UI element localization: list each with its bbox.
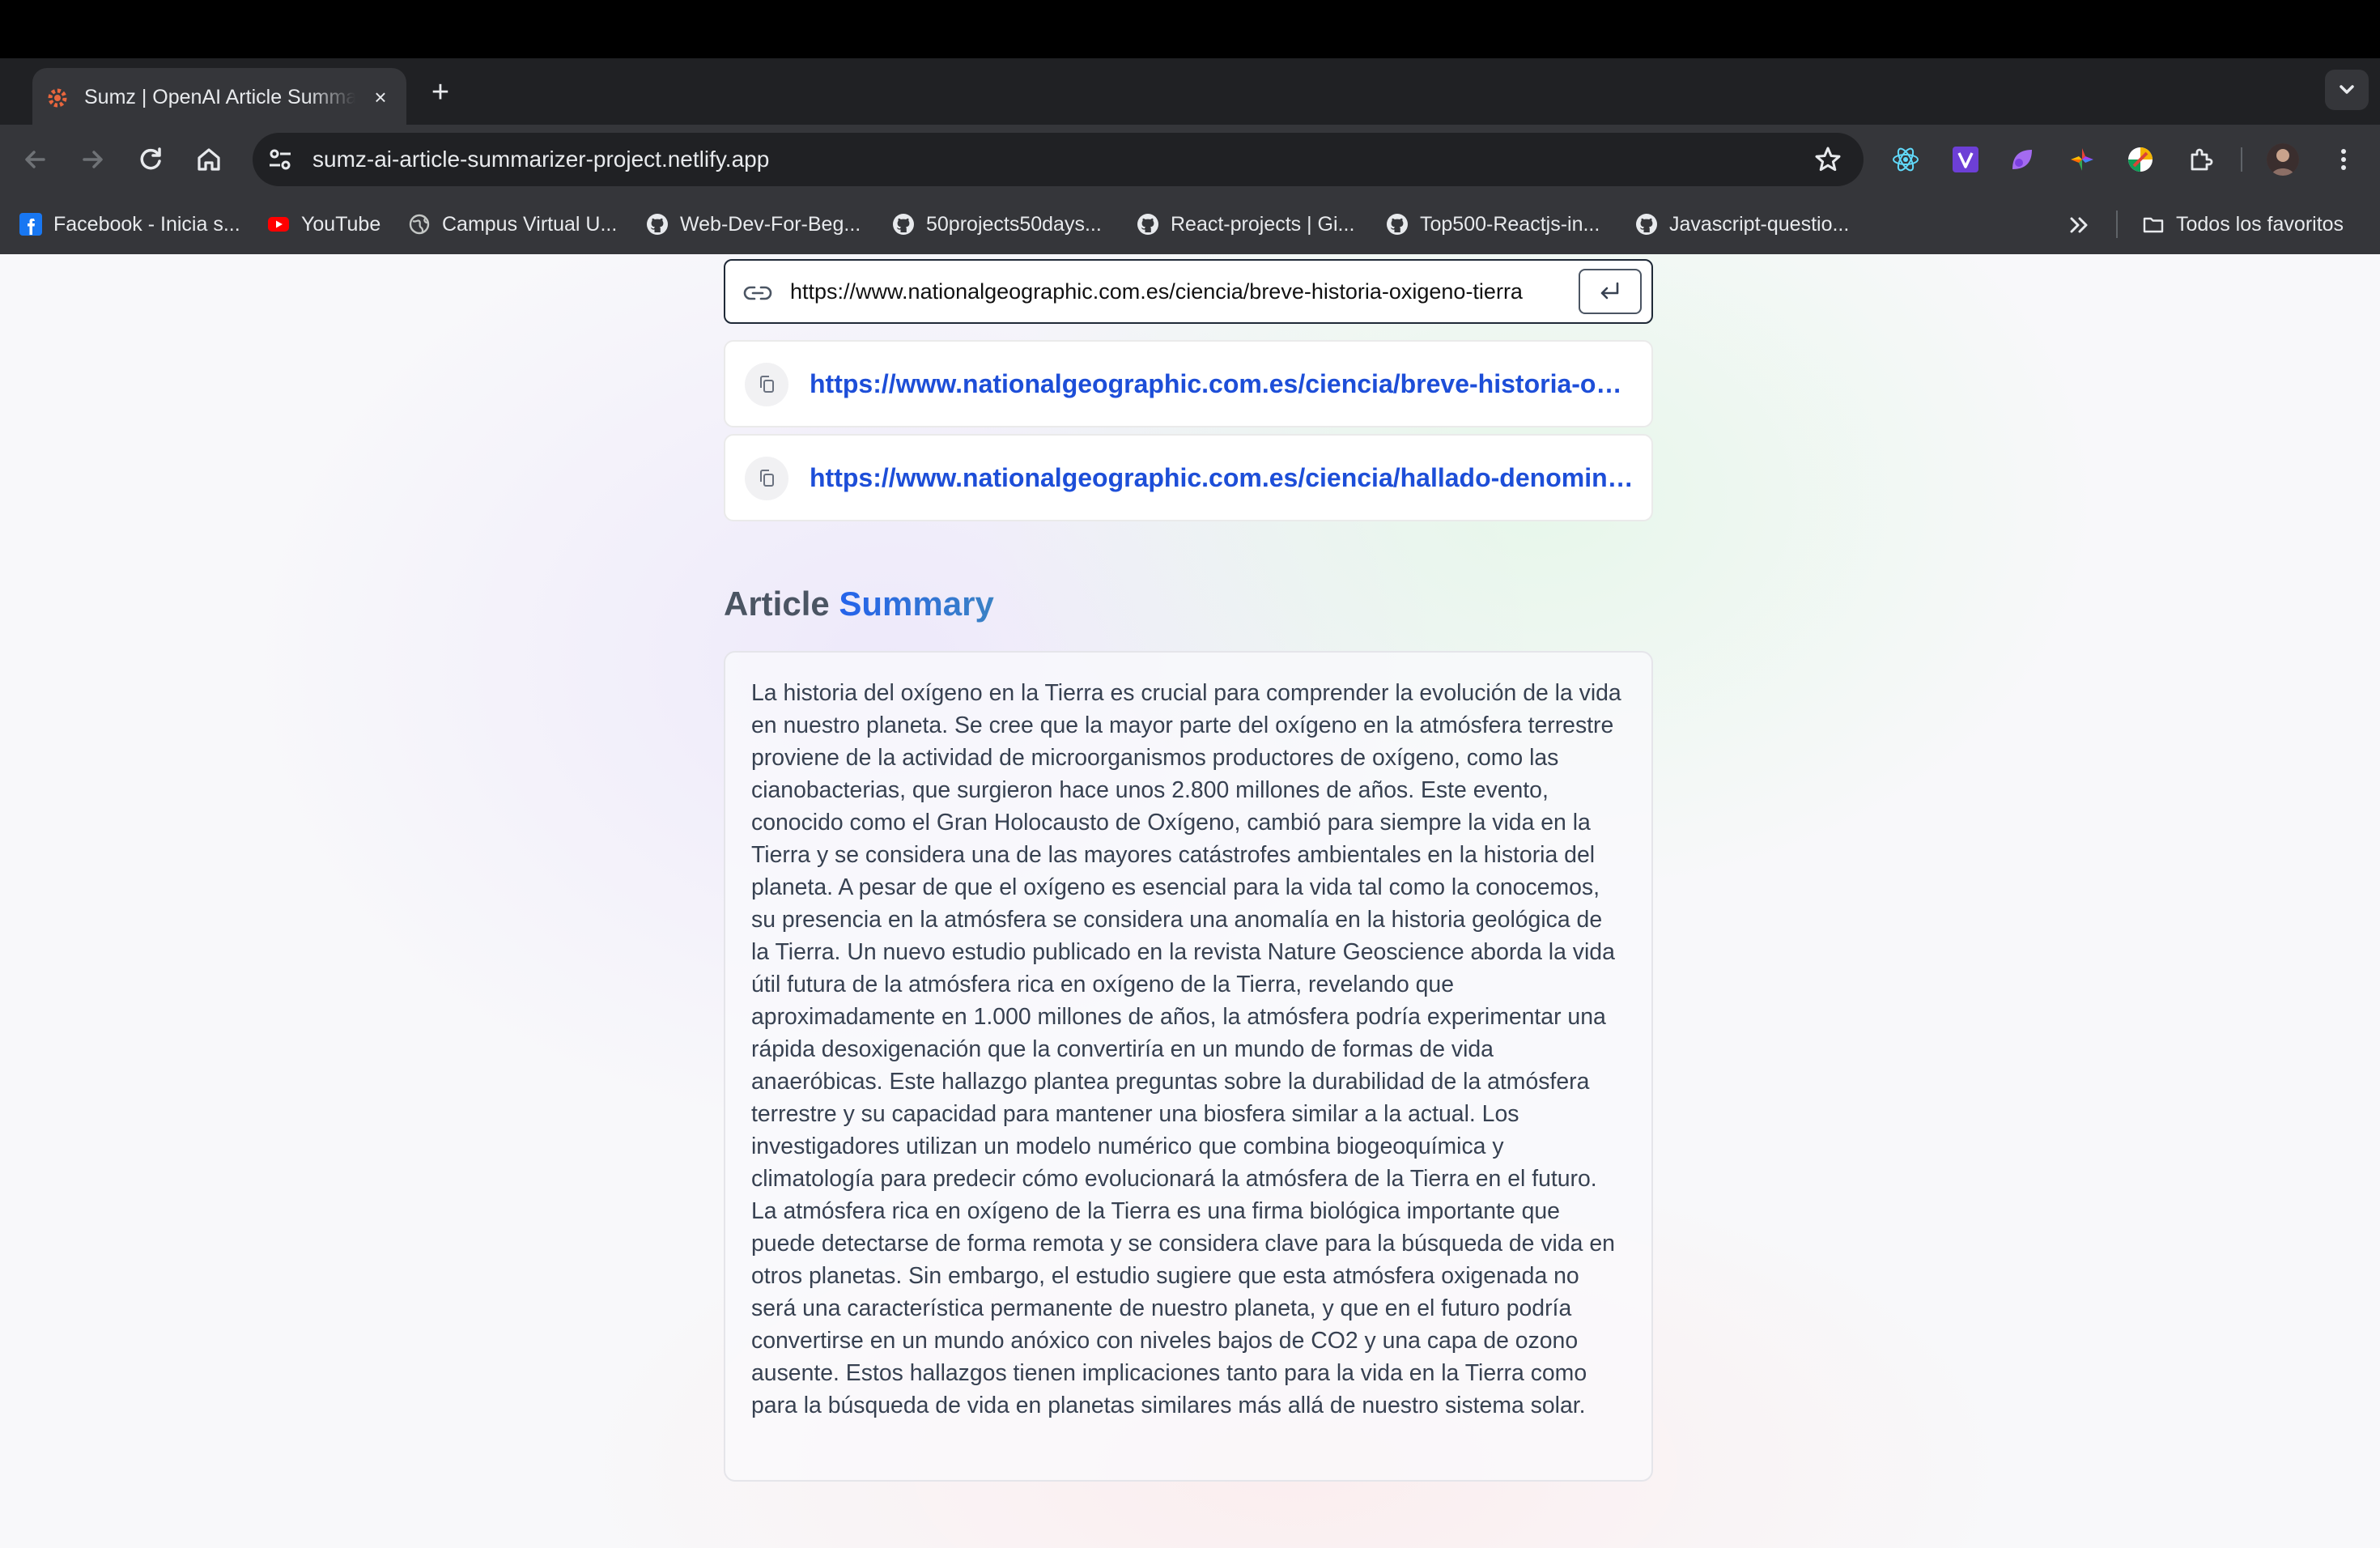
github-icon [647, 214, 668, 235]
enter-icon [1600, 282, 1619, 300]
folder-icon [2143, 217, 2164, 233]
react-devtools-icon[interactable] [1891, 145, 1920, 174]
bookmark-label: Web-Dev-For-Beg... [680, 212, 861, 236]
v-extension-icon[interactable] [1951, 145, 1980, 174]
address-url: sumz-ai-article-summarizer-project.netli… [312, 147, 770, 172]
bookmark-top500[interactable]: Top500-Reactjs-in... [1386, 209, 1600, 240]
bookmark-campus-virtual[interactable]: Campus Virtual U... [408, 209, 617, 240]
summary-heading: Article Summary [724, 585, 994, 623]
tab-title: Sumz | OpenAI Article Summarizer [84, 83, 355, 112]
url-input[interactable]: https://www.nationalgeographic.com.es/ci… [790, 261, 1575, 322]
summary-box: La historia del oxígeno en la Tierra es … [724, 651, 1653, 1482]
new-tab-button[interactable]: + [424, 76, 457, 108]
bookmark-50projects[interactable]: 50projects50days... [892, 209, 1102, 240]
bookmarks-bar: Facebook - Inicia s... YouTube Campus Vi… [0, 194, 2380, 254]
github-icon [1636, 214, 1657, 235]
bookmark-javascript-questions[interactable]: Javascript-questio... [1635, 209, 1849, 240]
bookmark-label: Javascript-questio... [1669, 212, 1850, 236]
screen-top-bar [0, 0, 2380, 58]
history-item[interactable]: https://www.nationalgeographic.com.es/ci… [724, 434, 1653, 521]
summary-heading-accent: Summary [839, 585, 994, 623]
globe-icon [409, 214, 430, 235]
history-item[interactable]: https://www.nationalgeographic.com.es/ci… [724, 340, 1653, 427]
site-settings-icon[interactable] [266, 145, 295, 174]
bookmarks-divider [2116, 211, 2118, 238]
history-link[interactable]: https://www.nationalgeographic.com.es/ci… [810, 436, 1635, 520]
youtube-icon [268, 217, 289, 232]
profile-avatar[interactable] [2267, 143, 2299, 176]
home-icon[interactable] [191, 142, 227, 177]
address-bar[interactable]: sumz-ai-article-summarizer-project.netli… [253, 133, 1864, 186]
bookmark-label: Facebook - Inicia s... [53, 212, 240, 236]
bookmark-facebook[interactable]: Facebook - Inicia s... [19, 209, 240, 240]
colorzilla-extension-icon[interactable] [2126, 145, 2155, 174]
copy-button[interactable] [745, 363, 788, 406]
bookmark-label: Campus Virtual U... [442, 212, 618, 236]
tab-search-button[interactable] [2325, 70, 2369, 110]
bookmark-label: 50projects50days... [926, 212, 1102, 236]
extensions-puzzle-icon[interactable] [2186, 145, 2215, 174]
back-arrow-icon[interactable] [18, 142, 53, 177]
submit-button[interactable] [1579, 269, 1642, 314]
github-icon [1137, 214, 1158, 235]
kebab-menu-icon[interactable] [2331, 142, 2356, 177]
sumz-favicon-icon [48, 88, 67, 108]
bookmark-react-projects[interactable]: React-projects | Gi... [1137, 209, 1354, 240]
history-link[interactable]: https://www.nationalgeographic.com.es/ci… [810, 342, 1635, 426]
summary-text: La historia del oxígeno en la Tierra es … [751, 680, 1621, 1418]
bookmark-label: Todos los favoritos [2176, 212, 2344, 236]
bookmark-label: YouTube [301, 212, 381, 236]
all-bookmarks-folder[interactable]: Todos los favoritos [2142, 209, 2344, 240]
bookmark-label: React-projects | Gi... [1171, 212, 1355, 236]
forward-arrow-icon[interactable] [74, 142, 110, 177]
purple-extension-icon[interactable] [2008, 145, 2037, 174]
summary-heading-text: Article [724, 585, 830, 623]
reload-icon[interactable] [133, 142, 168, 177]
copy-icon [760, 470, 774, 487]
facebook-icon [19, 213, 42, 236]
copy-icon [760, 376, 774, 393]
avatar-icon [2267, 143, 2299, 176]
bookmark-web-dev[interactable]: Web-Dev-For-Beg... [646, 209, 861, 240]
tab-sumz[interactable]: Sumz | OpenAI Article Summarizer × [32, 68, 406, 125]
page-content: https://www.nationalgeographic.com.es/ci… [0, 254, 2380, 1548]
toolbar-divider [2241, 147, 2242, 172]
copy-button[interactable] [745, 457, 788, 500]
tab-close-icon[interactable]: × [366, 83, 395, 112]
url-form: https://www.nationalgeographic.com.es/ci… [724, 259, 1653, 324]
github-icon [893, 214, 914, 235]
link-icon [743, 286, 772, 300]
tab-strip: Sumz | OpenAI Article Summarizer × + [0, 58, 2380, 125]
bookmark-label: Top500-Reactjs-in... [1420, 212, 1600, 236]
github-icon [1387, 214, 1408, 235]
bookmark-youtube[interactable]: YouTube [267, 209, 380, 240]
chevron-down-icon [2340, 85, 2354, 94]
color-picker-extension-icon[interactable] [2068, 145, 2097, 174]
chevron-double-right-icon[interactable] [2064, 211, 2093, 240]
bookmark-star-icon[interactable] [1813, 145, 1842, 174]
browser-toolbar: sumz-ai-article-summarizer-project.netli… [0, 125, 2380, 194]
